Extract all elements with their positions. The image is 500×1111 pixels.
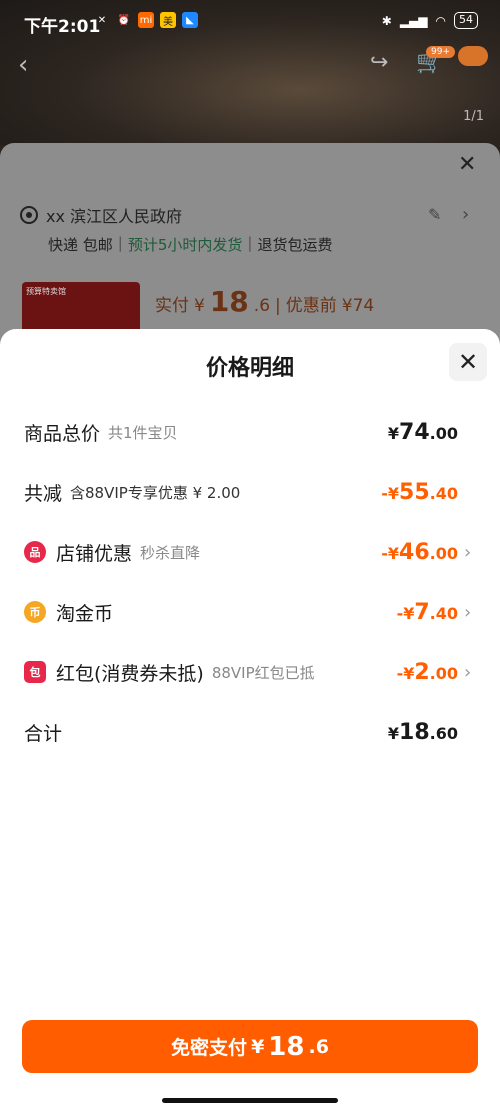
row-label: 共减 bbox=[24, 482, 63, 505]
row-taojinbi[interactable]: 币 淘金币 -¥ 7.40 › bbox=[24, 595, 476, 629]
row-label: 淘金币 bbox=[56, 602, 114, 625]
shipping-express: 快递 包邮 bbox=[48, 236, 113, 254]
row-value: ¥74.00 bbox=[388, 420, 458, 445]
value-currency: ¥ bbox=[387, 423, 400, 443]
price-decimal: .6 bbox=[253, 296, 271, 316]
pay-decimal: .6 bbox=[308, 1035, 329, 1058]
row-sub: 秒杀直降 bbox=[140, 543, 201, 562]
row-total-discount: 共减 含88VIP专享优惠 ¥ 2.00 -¥ 55.40 bbox=[24, 475, 476, 509]
row-value: -¥ 46.00 bbox=[381, 540, 458, 565]
cart-badge: 99+ bbox=[426, 46, 455, 58]
edit-icon[interactable]: ✎ bbox=[428, 205, 441, 224]
value-currency: -¥ bbox=[396, 603, 415, 623]
row-label: 商品总价 bbox=[24, 422, 101, 445]
sheet-title: 价格明细 bbox=[205, 356, 294, 381]
coin-icon: 币 bbox=[24, 601, 46, 623]
chevron-right-icon: › bbox=[464, 661, 472, 683]
row-label: 红包(消费券未抵) bbox=[56, 662, 204, 685]
value-integer: 2 bbox=[414, 659, 430, 685]
value-integer: 18 bbox=[399, 719, 430, 745]
wifi-icon: ◠ bbox=[435, 13, 446, 28]
status-notification-icons: ✕ ⏰ mi 美 ◣ bbox=[94, 12, 198, 28]
row-value: -¥ 2.00 bbox=[397, 660, 458, 685]
sku-price: 实付 ¥ 18 .6 | 优惠前 ¥74 bbox=[155, 285, 374, 318]
value-integer: 7 bbox=[414, 599, 430, 625]
price-integer: 18 bbox=[209, 285, 249, 318]
bluetooth-icon: ✱ bbox=[381, 13, 392, 28]
pay-label: 免密支付 bbox=[171, 1037, 248, 1059]
value-currency: -¥ bbox=[381, 543, 400, 563]
row-sub: 共1件宝贝 bbox=[108, 423, 178, 442]
paid-label: 实付 bbox=[155, 296, 189, 316]
value-currency: -¥ bbox=[396, 663, 415, 683]
before-label: 优惠前 bbox=[285, 296, 337, 316]
mi-icon: mi bbox=[138, 12, 154, 28]
alarm-icon: ⏰ bbox=[117, 14, 131, 26]
location-icon bbox=[20, 206, 38, 224]
value-currency: -¥ bbox=[381, 483, 400, 503]
back-icon[interactable]: ‹ bbox=[18, 50, 28, 80]
status-bar: 下午2:01 ✕ ⏰ mi 美 ◣ ✱ ▂▄▆ ◠ 54 bbox=[0, 0, 500, 44]
red-packet-icon: 包 bbox=[24, 661, 46, 683]
price-separator: | bbox=[275, 296, 281, 316]
row-value: -¥ 7.40 bbox=[397, 600, 458, 625]
value-decimal: .60 bbox=[429, 723, 458, 743]
row-value: ¥18.60 bbox=[388, 720, 458, 745]
row-store-discount[interactable]: 品 店铺优惠 秒杀直降 -¥ 46.00 › bbox=[24, 535, 476, 569]
page-indicator: 1/1 bbox=[463, 109, 484, 124]
status-time: 下午2:01 bbox=[24, 17, 101, 37]
store-icon: 品 bbox=[24, 541, 46, 563]
meituan-icon: 美 bbox=[160, 12, 176, 28]
value-decimal: .40 bbox=[429, 603, 458, 623]
value-integer: 55 bbox=[399, 479, 430, 505]
row-sub: 88VIP红包已抵 bbox=[211, 663, 315, 682]
shipping-returns: 退货包运费 bbox=[257, 236, 333, 254]
price-currency: ¥ bbox=[194, 296, 205, 316]
battery-indicator: 54 bbox=[454, 12, 478, 29]
value-decimal: .00 bbox=[429, 663, 458, 683]
app-icon: ◣ bbox=[182, 12, 198, 28]
share-icon[interactable]: ↪ bbox=[370, 50, 388, 75]
close-icon: ✕ bbox=[457, 348, 479, 376]
row-total-price: 商品总价 共1件宝贝 ¥74.00 bbox=[24, 415, 476, 449]
row-value: -¥ 55.40 bbox=[381, 480, 458, 505]
row-sub: 含88VIP专享优惠 ¥ 2.00 bbox=[70, 483, 241, 502]
address-row[interactable]: xx 滨江区人民政府 bbox=[20, 203, 182, 227]
chevron-right-icon[interactable]: › bbox=[462, 204, 469, 225]
before-value: ¥74 bbox=[341, 296, 375, 316]
close-button[interactable]: ✕ bbox=[449, 343, 487, 381]
value-integer: 46 bbox=[399, 539, 430, 565]
home-indicator[interactable] bbox=[162, 1098, 338, 1103]
shipping-dispatch: 预计5小时内发货 bbox=[127, 236, 243, 254]
value-decimal: .00 bbox=[429, 423, 458, 443]
chevron-right-icon: › bbox=[464, 601, 472, 623]
shipping-separator: | bbox=[117, 234, 123, 252]
value-decimal: .40 bbox=[429, 483, 458, 503]
shipping-info: 快递 包邮 | 预计5小时内发货 | 退货包运费 bbox=[48, 234, 332, 255]
row-grand-total: 合计 ¥18.60 bbox=[24, 715, 476, 749]
shipping-separator: | bbox=[247, 234, 253, 252]
close-icon[interactable]: ✕ bbox=[458, 152, 476, 177]
more-icon[interactable] bbox=[458, 46, 488, 66]
address-text: xx 滨江区人民政府 bbox=[46, 207, 183, 226]
row-label: 店铺优惠 bbox=[56, 542, 133, 565]
status-system-icons: ✱ ▂▄▆ ◠ 54 bbox=[382, 12, 478, 29]
chevron-right-icon: › bbox=[464, 541, 472, 563]
value-currency: ¥ bbox=[387, 723, 400, 743]
value-decimal: .00 bbox=[429, 543, 458, 563]
pay-integer: 18 bbox=[268, 1031, 305, 1062]
value-integer: 74 bbox=[399, 419, 430, 445]
thumbnail-text: 预算特卖馆 bbox=[26, 287, 66, 296]
row-red-packet[interactable]: 包 红包(消费券未抵) 88VIP红包已抵 -¥ 2.00 › bbox=[24, 655, 476, 689]
signal-icon: ▂▄▆ bbox=[399, 13, 428, 28]
pay-button[interactable]: 免密支付 ¥18.6 bbox=[22, 1020, 478, 1073]
mute-icon: ✕ bbox=[97, 14, 107, 26]
pay-currency: ¥ bbox=[251, 1035, 265, 1058]
row-label: 合计 bbox=[24, 722, 63, 745]
